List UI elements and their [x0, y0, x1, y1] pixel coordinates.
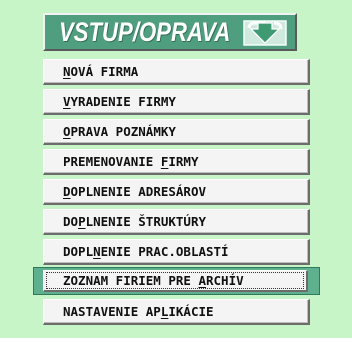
hotkey-label: D [63, 184, 71, 199]
hotkey-label: N [93, 244, 101, 259]
hotkey-label: O [63, 124, 71, 139]
window-title: VSTUP/OPRAVA [59, 16, 231, 47]
menu-item-doplnenie-prac-oblasti[interactable]: DOPLNENIE PRAC.OBLASTÍ [43, 239, 310, 265]
down-arrow-icon [243, 20, 287, 46]
menu-item-doplnenie-adresarov[interactable]: DOPLNENIE ADRESÁROV [43, 179, 310, 205]
menu-item-zoznam-firiem-pre-archiv[interactable]: ZOZNAM FIRIEM PRE ARCHÍV [33, 267, 320, 295]
menu-item-premenovanie-firmy[interactable]: PREMENOVANIE FIRMY [43, 149, 310, 175]
hotkey-label: P [78, 214, 86, 229]
hotkey-label: V [63, 94, 71, 109]
menu-item-doplnenie-struktury[interactable]: DOPLNENIE ŠTRUKTÚRY [43, 209, 310, 235]
menu-item-vyradenie-firmy[interactable]: VYRADENIE FIRMY [43, 89, 310, 115]
menu-item-oprava-poznamky[interactable]: OPRAVA POZNÁMKY [43, 119, 310, 145]
title-banner: VSTUP/OPRAVA [43, 13, 297, 51]
menu-item-nova-firma[interactable]: NOVÁ FIRMA [43, 59, 310, 85]
hotkey-label: N [63, 64, 71, 79]
menu-item-nastavenie-aplikacie[interactable]: NASTAVENIE APLIKÁCIE [43, 299, 310, 325]
selected-button-face: ZOZNAM FIRIEM PRE ARCHÍV [43, 270, 308, 292]
hotkey-label: A [198, 273, 206, 288]
